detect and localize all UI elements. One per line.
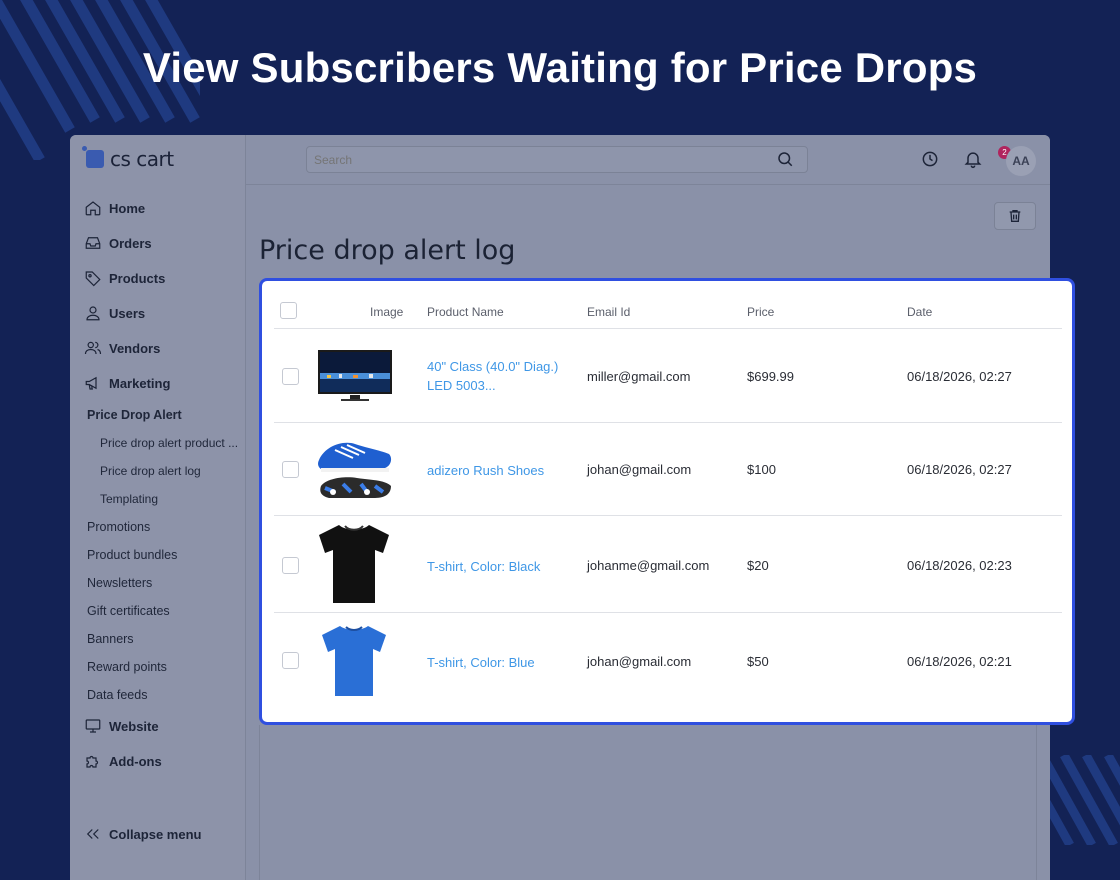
product-name-line: LED 5003... [427, 378, 496, 393]
logo-icon [82, 146, 104, 168]
sidebar-sub-gift-certificates[interactable]: Gift certificates [87, 604, 170, 618]
sidebar-item-label: Orders [109, 235, 152, 251]
column-header-email[interactable]: Email Id [587, 305, 630, 319]
decorative-stripes-bottom-right [1050, 755, 1120, 845]
sidebar-sub-price-drop-alert-product[interactable]: Price drop alert product ... [100, 436, 238, 450]
shoes-image[interactable] [315, 436, 395, 504]
price-drop-alert-table: Image Product Name Email Id Price Date 4… [259, 278, 1075, 725]
product-name-link[interactable]: T-shirt, Color: Black [427, 557, 540, 576]
bell-icon[interactable] [963, 149, 983, 169]
sidebar-sub-price-drop-alert-log[interactable]: Price drop alert log [100, 464, 201, 478]
logo[interactable]: cs cart [82, 146, 174, 171]
select-all-checkbox[interactable] [280, 302, 297, 319]
price-cell: $699.99 [747, 369, 794, 384]
date-cell: 06/18/2026, 02:23 [907, 558, 1012, 573]
collapse-menu-button[interactable]: Collapse menu [84, 822, 201, 846]
collapse-menu-label: Collapse menu [109, 826, 202, 842]
column-header-product-name[interactable]: Product Name [427, 305, 504, 319]
column-header-image: Image [370, 305, 404, 319]
email-cell: miller@gmail.com [587, 369, 691, 384]
sidebar-sub-banners[interactable]: Banners [87, 632, 134, 646]
email-cell: johan@gmail.com [587, 462, 692, 477]
price-cell: $20 [747, 558, 769, 573]
trash-icon [1009, 210, 1021, 222]
monitor-icon [85, 719, 101, 733]
column-header-price[interactable]: Price [747, 305, 774, 319]
date-cell: 06/18/2026, 02:21 [907, 654, 1012, 669]
product-name-line: 40" Class (40.0" Diag.) [427, 359, 559, 374]
sidebar-item-label: Website [109, 718, 159, 734]
row-divider [274, 515, 1062, 516]
page-title: Price drop alert log [259, 235, 516, 266]
tag-icon [85, 271, 101, 287]
row-checkbox[interactable] [282, 652, 299, 669]
sidebar-item-website[interactable]: Website [84, 714, 159, 738]
product-name-link[interactable]: 40" Class (40.0" Diag.) LED 5003... [427, 357, 558, 395]
sidebar-item-products[interactable]: Products [84, 266, 165, 290]
delete-button[interactable] [994, 202, 1036, 230]
sidebar: cs cart Home Orders Products Users Vendo… [70, 135, 246, 880]
product-name-link[interactable]: adizero Rush Shoes [427, 461, 544, 480]
row-checkbox[interactable] [282, 368, 299, 385]
sidebar-item-label: Home [109, 200, 146, 216]
row-divider [274, 422, 1062, 423]
email-cell: johanme@gmail.com [587, 558, 710, 573]
sidebar-sub-newsletters[interactable]: Newsletters [87, 576, 152, 590]
avatar[interactable]: AA [1006, 146, 1036, 176]
sidebar-sub-promotions[interactable]: Promotions [87, 520, 150, 534]
sidebar-item-label: Add-ons [109, 753, 162, 769]
chevrons-left-icon [86, 829, 99, 839]
price-cell: $50 [747, 654, 769, 669]
logo-text: cs cart [110, 147, 174, 171]
home-icon [85, 201, 101, 216]
sidebar-sub-templating[interactable]: Templating [100, 492, 158, 506]
inbox-icon [85, 237, 101, 249]
sidebar-item-users[interactable]: Users [84, 301, 145, 325]
sidebar-item-label: Products [109, 270, 166, 286]
row-divider [274, 612, 1062, 613]
users-icon [84, 341, 102, 355]
sidebar-sub-product-bundles[interactable]: Product bundles [87, 548, 177, 562]
date-cell: 06/18/2026, 02:27 [907, 462, 1012, 477]
sidebar-sub-price-drop-alert[interactable]: Price Drop Alert [87, 408, 182, 422]
content-panel [259, 725, 1037, 880]
product-name-link[interactable]: T-shirt, Color: Blue [427, 653, 535, 672]
topbar: 2 AA [246, 135, 1050, 185]
row-checkbox[interactable] [282, 557, 299, 574]
sidebar-sub-data-feeds[interactable]: Data feeds [87, 688, 147, 702]
puzzle-icon [86, 755, 99, 768]
hero-title: View Subscribers Waiting for Price Drops [142, 44, 978, 91]
tv-image[interactable] [317, 349, 393, 403]
sidebar-item-addons[interactable]: Add-ons [84, 749, 162, 773]
user-icon [86, 306, 100, 321]
megaphone-icon [85, 376, 97, 390]
email-cell: johan@gmail.com [587, 654, 692, 669]
column-header-date[interactable]: Date [907, 305, 932, 319]
sidebar-item-home[interactable]: Home [84, 196, 145, 220]
sidebar-item-orders[interactable]: Orders [84, 231, 152, 255]
header-divider [274, 328, 1062, 329]
sidebar-item-label: Users [109, 305, 146, 321]
row-checkbox[interactable] [282, 461, 299, 478]
date-cell: 06/18/2026, 02:27 [907, 369, 1012, 384]
sidebar-item-marketing[interactable]: Marketing [84, 371, 170, 395]
price-cell: $100 [747, 462, 776, 477]
blue-tshirt-image[interactable] [320, 624, 388, 698]
sidebar-item-label: Marketing [109, 375, 171, 391]
search-icon[interactable] [776, 150, 794, 168]
sidebar-sub-reward-points[interactable]: Reward points [87, 660, 167, 674]
help-activity-icon[interactable] [920, 149, 940, 169]
sidebar-item-vendors[interactable]: Vendors [84, 336, 160, 360]
search-input[interactable] [306, 146, 808, 173]
sidebar-item-label: Vendors [109, 340, 161, 356]
black-tshirt-image[interactable] [317, 523, 391, 605]
